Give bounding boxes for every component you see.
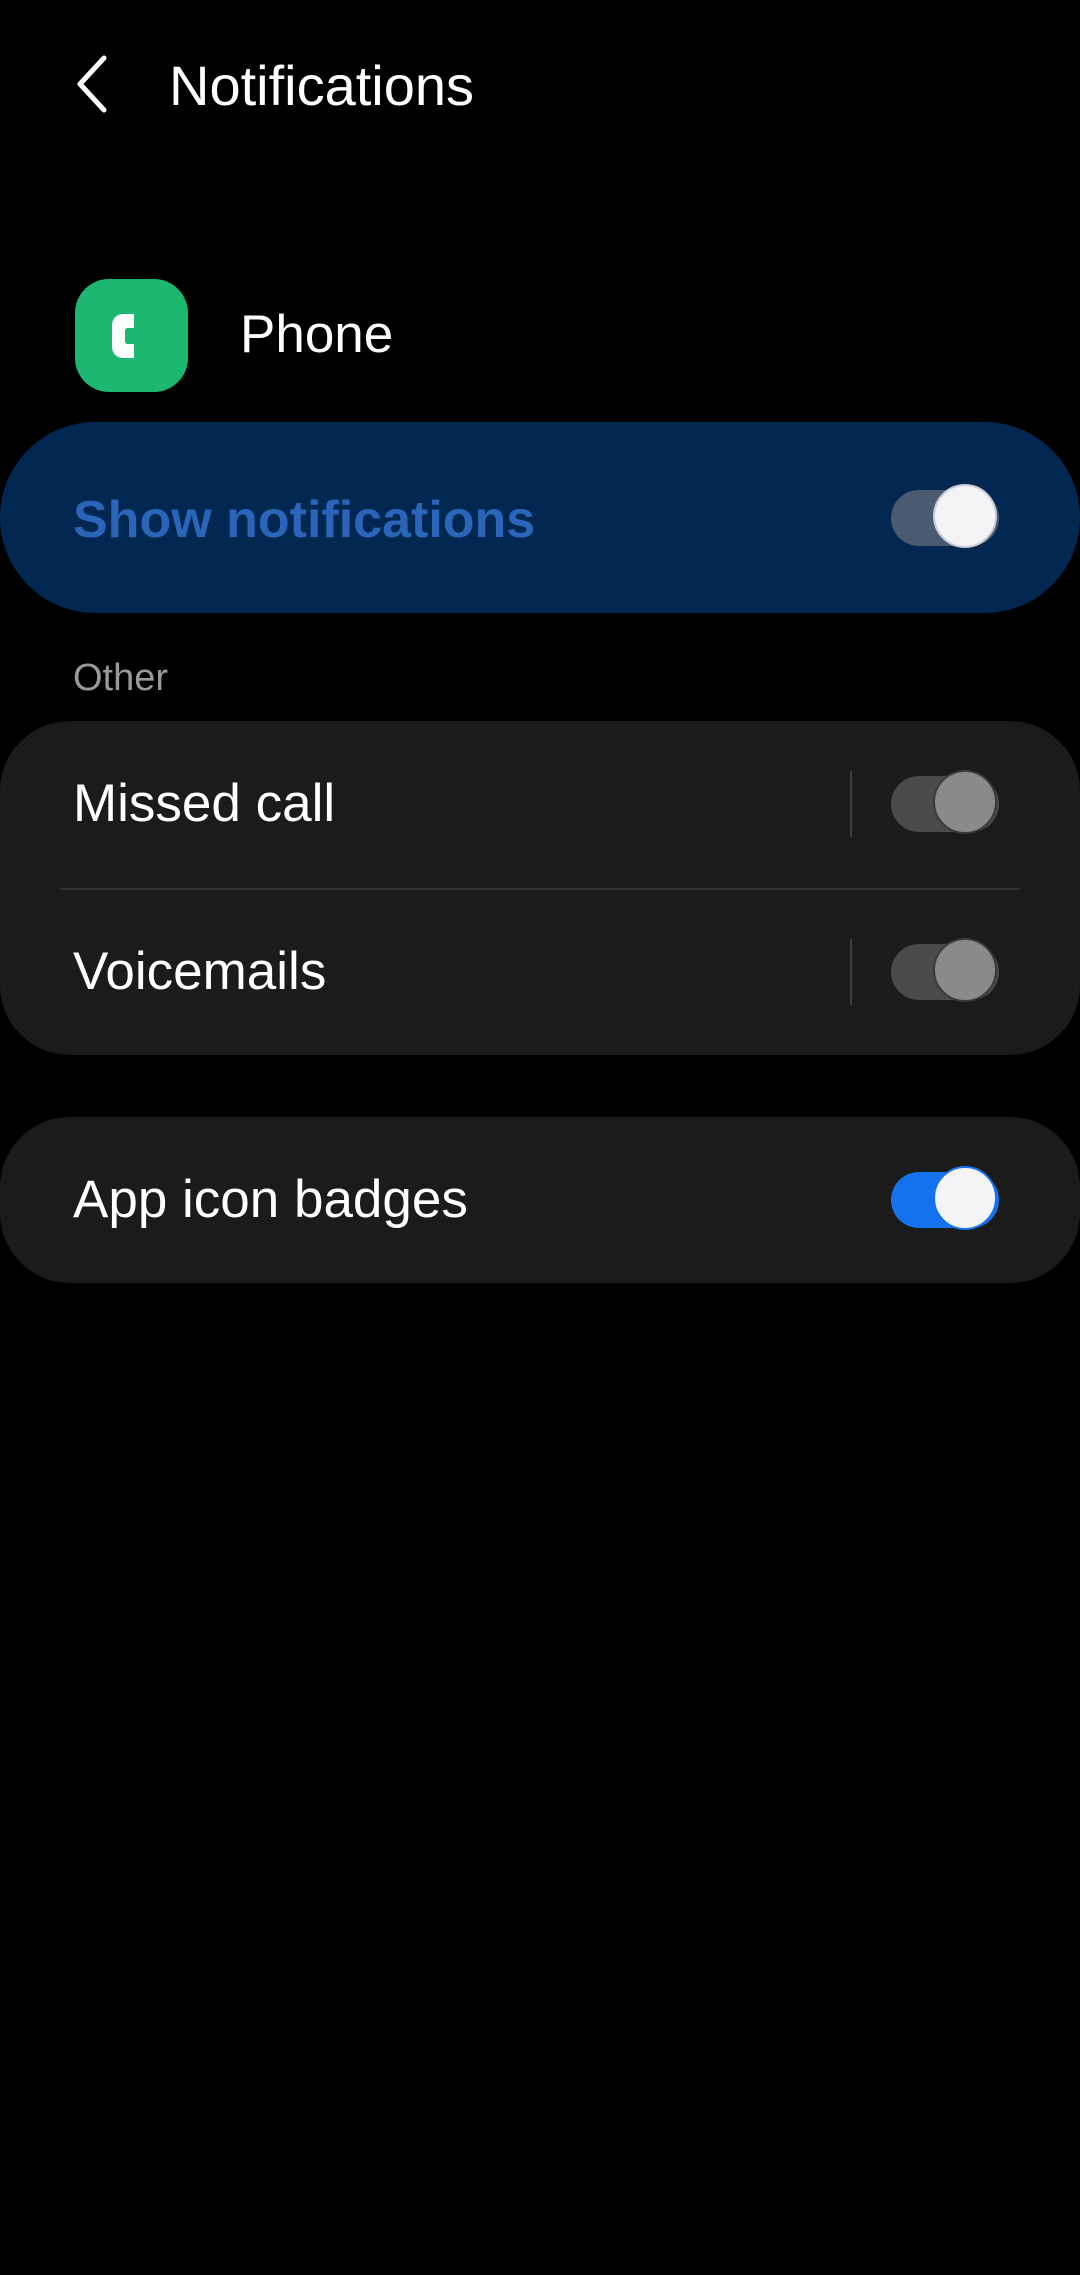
app-info-row: Phone: [0, 270, 1080, 400]
switch-thumb: [933, 484, 997, 548]
missed-call-switch[interactable]: [891, 770, 999, 834]
switch-thumb: [933, 1166, 997, 1230]
row-divider: [850, 771, 852, 837]
app-icon-badges-switch[interactable]: [891, 1166, 999, 1230]
missed-call-label: Missed call: [73, 774, 336, 833]
show-notifications-row[interactable]: Show notifications: [0, 422, 1080, 613]
switch-thumb: [933, 938, 997, 1002]
voicemails-label: Voicemails: [73, 942, 327, 1001]
switch-thumb: [933, 770, 997, 834]
voicemails-row[interactable]: Voicemails: [0, 889, 1080, 1055]
phone-glyph-icon: [111, 313, 134, 358]
missed-call-row[interactable]: Missed call: [0, 721, 1080, 887]
row-divider: [850, 939, 852, 1005]
app-icon-badges-row[interactable]: App icon badges: [0, 1117, 1080, 1283]
show-notifications-label: Show notifications: [73, 491, 536, 549]
section-title-other: Other: [73, 657, 169, 699]
phone-app-icon: [75, 279, 188, 392]
show-notifications-switch[interactable]: [891, 484, 999, 548]
chevron-left-icon: [77, 55, 107, 113]
back-button[interactable]: [58, 48, 130, 120]
app-icon-badges-label: App icon badges: [73, 1170, 468, 1229]
app-icon-badges-card: App icon badges: [0, 1117, 1080, 1283]
app-name: Phone: [240, 305, 394, 364]
app-bar: Notifications: [0, 0, 1080, 172]
voicemails-switch[interactable]: [891, 938, 999, 1002]
page-title: Notifications: [169, 54, 475, 117]
other-settings-card: Missed call Voicemails: [0, 721, 1080, 1055]
